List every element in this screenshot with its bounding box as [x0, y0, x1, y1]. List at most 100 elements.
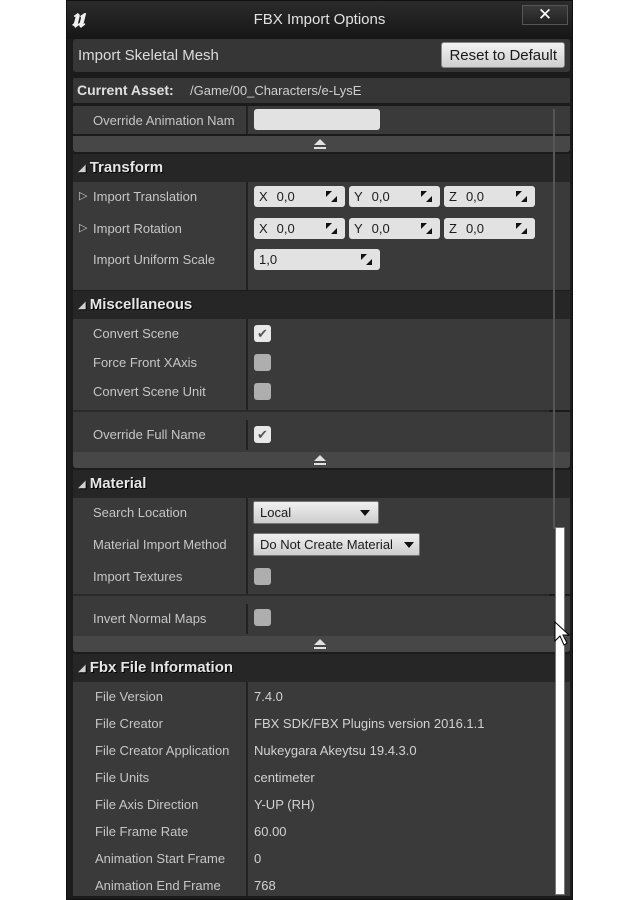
search-location-dropdown[interactable]: Local [253, 501, 379, 524]
info-label: File Version [95, 689, 163, 704]
current-asset-bar: Current Asset: /Game/00_Characters/e-Lys… [73, 78, 570, 103]
column-divider[interactable] [246, 348, 248, 377]
info-value: Y-UP (RH) [254, 797, 315, 812]
category-transform[interactable]: ◢ Transform [73, 154, 570, 182]
scrollbar-track[interactable] [553, 109, 555, 529]
translation-z-field[interactable]: Z 0,0 [444, 186, 535, 207]
info-label: File Creator Application [95, 743, 230, 758]
rotation-z-field[interactable]: Z 0,0 [444, 218, 535, 239]
override-animation-name-label: Override Animation Nam [93, 113, 235, 128]
force-front-xaxis-checkbox[interactable] [254, 354, 271, 371]
title-bar[interactable]: 𝖚 FBX Import Options ✕ [67, 1, 572, 39]
scrollbar-thumb[interactable] [555, 527, 565, 895]
import-translation-row: ▷ Import Translation X 0,0 Y 0,0 Z 0,0 [73, 182, 570, 214]
spin-drag-icon[interactable] [516, 223, 527, 234]
current-asset-path: /Game/00_Characters/e-LysE [190, 83, 362, 98]
info-label: File Axis Direction [95, 797, 199, 812]
column-divider[interactable] [246, 319, 248, 348]
spin-drag-icon[interactable] [516, 191, 527, 202]
info-value: FBX SDK/FBX Plugins version 2016.1.1 [254, 716, 485, 731]
column-divider[interactable] [246, 530, 248, 562]
category-title: Transform [89, 159, 164, 176]
reset-to-default-button[interactable]: Reset to Default [441, 42, 565, 68]
column-divider[interactable] [246, 214, 248, 245]
uniform-scale-value: 1,0 [259, 252, 278, 267]
info-label: File Frame Rate [95, 824, 189, 839]
axis-label-x: X [259, 221, 268, 236]
spin-drag-icon[interactable] [361, 254, 372, 265]
dropdown-arrow-icon [404, 542, 414, 548]
category-fbx-file-information[interactable]: ◢ Fbx File Information [73, 654, 570, 682]
axis-label-y: Y [354, 221, 363, 236]
convert-scene-label: Convert Scene [93, 326, 179, 341]
info-label: File Units [95, 770, 150, 785]
import-textures-row: Import Textures [73, 562, 570, 594]
import-rotation-label: Import Rotation [93, 221, 182, 236]
category-material[interactable]: ◢ Material [73, 470, 570, 498]
close-button[interactable]: ✕ [522, 5, 568, 25]
translation-x-value: 0,0 [276, 189, 295, 204]
fbx-info-row: File Units centimeter [73, 763, 570, 790]
override-full-name-checkbox[interactable]: ✔ [254, 426, 271, 443]
info-label: File Creator [95, 716, 163, 731]
rotation-z-value: 0,0 [465, 221, 485, 236]
import-textures-checkbox[interactable] [254, 568, 271, 585]
rotation-x-field[interactable]: X 0,0 [254, 218, 345, 239]
fbx-info-row: File Frame Rate 60.00 [73, 817, 570, 844]
check-icon: ✔ [257, 326, 268, 341]
category-title: Fbx File Information [89, 659, 234, 676]
collapse-arrow-icon: ◢ [78, 163, 86, 174]
override-full-name-label: Override Full Name [93, 427, 206, 442]
convert-scene-checkbox[interactable]: ✔ [254, 325, 271, 342]
fbx-info-row: Animation Start Frame 0 [73, 844, 570, 871]
convert-scene-unit-checkbox[interactable] [254, 383, 271, 400]
window-title: FBX Import Options [253, 11, 386, 28]
import-textures-label: Import Textures [93, 569, 183, 584]
convert-scene-unit-row: Convert Scene Unit [73, 377, 570, 410]
fbx-info-row: File Creator Application Nukeygara Akeyt… [73, 736, 570, 763]
material-import-method-dropdown[interactable]: Do Not Create Material [253, 533, 420, 556]
axis-label-x: X [259, 189, 268, 204]
column-divider[interactable] [246, 182, 248, 214]
expand-arrow-icon[interactable]: ▷ [79, 189, 87, 202]
column-divider[interactable] [246, 245, 248, 290]
translation-y-field[interactable]: Y 0,0 [349, 186, 440, 207]
spin-drag-icon[interactable] [326, 223, 337, 234]
uniform-scale-field[interactable]: 1,0 [254, 249, 380, 270]
rotation-x-value: 0,0 [276, 221, 295, 236]
info-value: 7.4.0 [254, 689, 283, 704]
info-value: centimeter [254, 770, 315, 785]
advanced-toggle-animation[interactable] [73, 136, 570, 152]
collapse-advanced-icon [314, 139, 326, 149]
override-full-name-row: Override Full Name ✔ [73, 412, 570, 452]
axis-label-z: Z [449, 221, 457, 236]
invert-normal-maps-label: Invert Normal Maps [93, 611, 207, 626]
rotation-y-field[interactable]: Y 0,0 [349, 218, 440, 239]
expand-arrow-icon[interactable]: ▷ [79, 221, 87, 234]
category-title: Material [89, 475, 147, 492]
check-icon: ✔ [257, 427, 268, 442]
spin-drag-icon[interactable] [326, 191, 337, 202]
advanced-toggle-miscellaneous[interactable] [73, 452, 570, 468]
category-miscellaneous[interactable]: ◢ Miscellaneous [73, 291, 570, 319]
override-animation-name-input[interactable] [254, 109, 380, 130]
spin-drag-icon[interactable] [421, 223, 432, 234]
fbx-info-row: File Version 7.4.0 [73, 682, 570, 709]
column-divider[interactable] [246, 106, 248, 134]
import-uniform-scale-row: Import Uniform Scale 1,0 [73, 245, 570, 290]
rotation-y-value: 0,0 [371, 221, 390, 236]
column-divider[interactable] [246, 498, 248, 530]
column-divider[interactable] [246, 604, 248, 634]
advanced-toggle-material[interactable] [73, 636, 570, 652]
search-location-label: Search Location [93, 505, 187, 520]
column-divider[interactable] [246, 420, 248, 450]
fbx-info-row: Animation End Frame 768 [73, 871, 570, 896]
invert-normal-maps-checkbox[interactable] [254, 609, 271, 626]
column-divider[interactable] [246, 377, 248, 410]
category-title: Miscellaneous [89, 296, 193, 313]
collapse-arrow-icon: ◢ [78, 479, 86, 490]
translation-x-field[interactable]: X 0,0 [254, 186, 345, 207]
info-value: 768 [254, 878, 276, 893]
spin-drag-icon[interactable] [421, 191, 432, 202]
column-divider[interactable] [246, 562, 248, 594]
